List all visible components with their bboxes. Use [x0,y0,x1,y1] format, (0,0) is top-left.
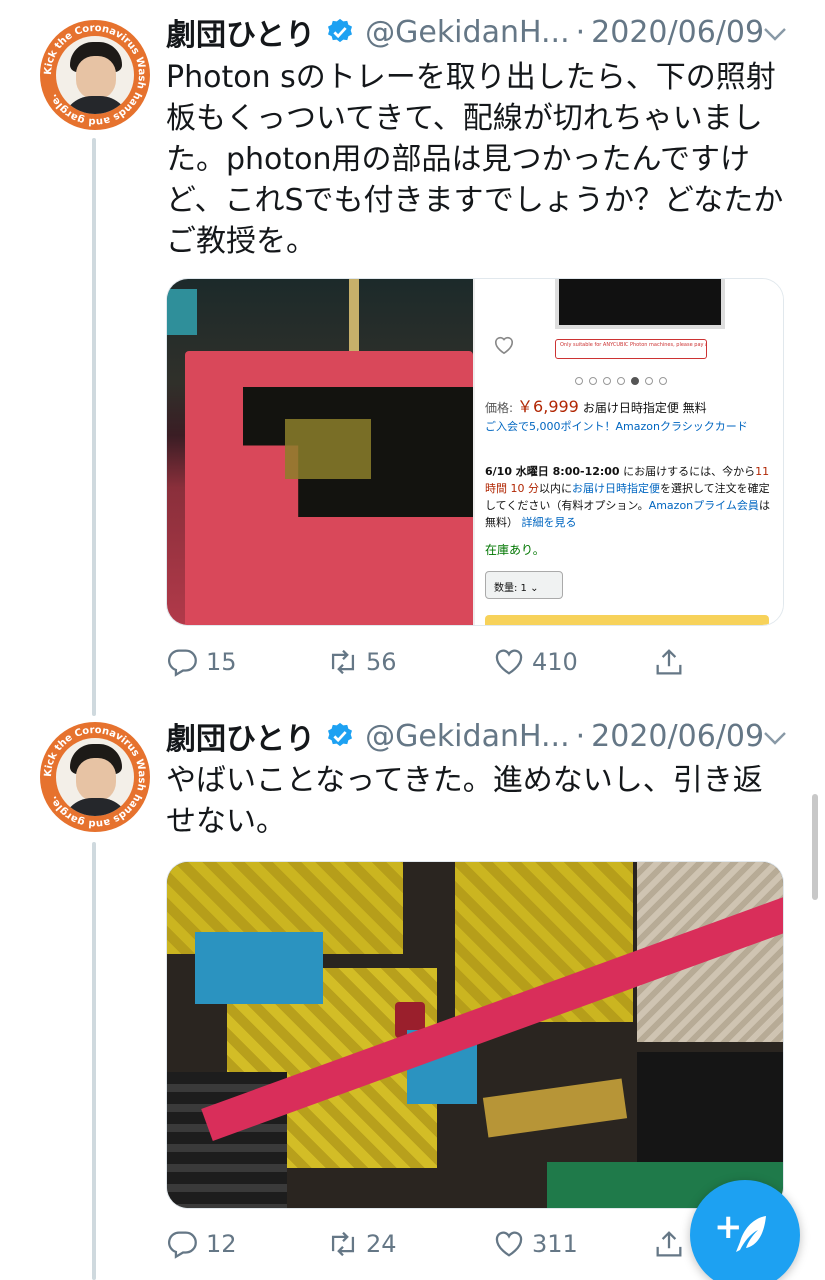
tweet-date[interactable]: 2020/06/09 [591,719,764,754]
tweet-media[interactable]: Only suitable for ANYCUBIC Photon machin… [166,278,784,626]
reply-button[interactable]: 12 [166,1224,237,1264]
delivery-info: 6/10 水曜日 8:00-12:00 にお届けするには、今から11 時間 10… [485,465,770,529]
tweet-date[interactable]: 2020/06/09 [591,15,764,50]
separator-dot: · [575,14,586,50]
tweet-text-line: ど、これSでも付きますでしょうか？どなたか [166,183,784,218]
share-icon [656,649,682,675]
reply-button[interactable]: 15 [166,642,237,682]
tweet-actions: 15 56 410 [166,642,706,682]
photo-printer-interior[interactable] [167,862,783,1208]
retweet-count: 24 [366,1230,397,1258]
tweet-text-line: せない。 [166,804,286,839]
retweet-count: 56 [366,648,397,676]
reply-count: 12 [206,1230,237,1258]
compose-tweet-button[interactable]: + [690,1180,800,1280]
photo-printer-tray[interactable] [167,279,473,625]
retweet-icon [331,649,355,675]
tweet-text-line: ご教授を。 [166,224,316,259]
scrollbar[interactable] [812,794,818,900]
product-image [555,279,725,329]
verified-badge-icon [328,18,353,43]
chevron-down-icon[interactable] [762,729,788,747]
reply-icon [167,649,197,677]
like-button[interactable]: 311 [492,1224,578,1264]
tweet-actions: 12 24 311 [166,1224,706,1264]
user-handle[interactable]: @GekidanH... [365,719,570,754]
share-button[interactable] [652,1224,686,1264]
heart-icon [495,649,523,675]
avatar[interactable]: Kick the Coronavirus Wash hands and garg… [40,722,150,832]
price-row: 価格: ￥6,999 お届け日時指定便 無料 [485,397,707,416]
add-to-cart-bar [485,615,769,625]
promo-text: ご入会で5,000ポイント！Amazonクラシックカード [485,420,748,433]
avatar[interactable]: Kick the Coronavirus Wash hands and garg… [40,20,150,130]
tweet-text-line: 板もくっついてきて、配線が切れちゃいまし [166,101,763,136]
quantity-select: 数量: 1 ⌄ [485,571,563,599]
stock-status: 在庫あり。 [485,543,545,557]
verified-badge-icon [328,722,353,747]
separator-dot: · [575,718,586,754]
user-handle[interactable]: @GekidanH... [365,15,570,50]
tweet-text-line: Photon sのトレーを取り出したら、下の照射 [166,60,776,95]
share-button[interactable] [652,642,686,682]
tweet[interactable]: Kick the Coronavirus Wash hands and garg… [0,0,825,700]
like-count: 410 [532,648,578,676]
tweet-media[interactable] [166,861,784,1209]
compose-tweet-icon [736,1216,766,1252]
chevron-down-icon[interactable] [762,25,788,43]
like-count: 311 [532,1230,578,1258]
warning-label: Only suitable for ANYCUBIC Photon machin… [555,339,707,359]
retweet-button[interactable]: 24 [326,1224,397,1264]
like-button[interactable]: 410 [492,642,578,682]
share-icon [656,1231,682,1257]
tweet-header: 劇団ひとり @GekidanH... · 2020/06/09 [166,10,764,54]
tweet-header: 劇団ひとり @GekidanH... · 2020/06/09 [166,714,764,758]
gallery-dots [575,377,667,385]
tweet-text: Photon sのトレーを取り出したら、下の照射 板もくっついてきて、配線が切れ… [166,57,796,262]
display-name[interactable]: 劇団ひとり [166,714,315,758]
tweet-text-line: やばいことなってきた。進めないし、引き返 [166,763,763,798]
tweet-text: やばいことなってきた。進めないし、引き返 せない。 [166,760,796,842]
reply-count: 15 [206,648,237,676]
reply-icon [167,1231,197,1259]
photo-product-listing[interactable]: Only suitable for ANYCUBIC Photon machin… [473,279,783,625]
heart-icon [495,1231,523,1257]
wishlist-heart-icon [495,336,513,355]
tweet-text-line: た。photon用の部品は見つかったんですけ [166,142,751,177]
retweet-icon [331,1231,355,1257]
retweet-button[interactable]: 56 [326,642,397,682]
display-name[interactable]: 劇団ひとり [166,10,315,54]
